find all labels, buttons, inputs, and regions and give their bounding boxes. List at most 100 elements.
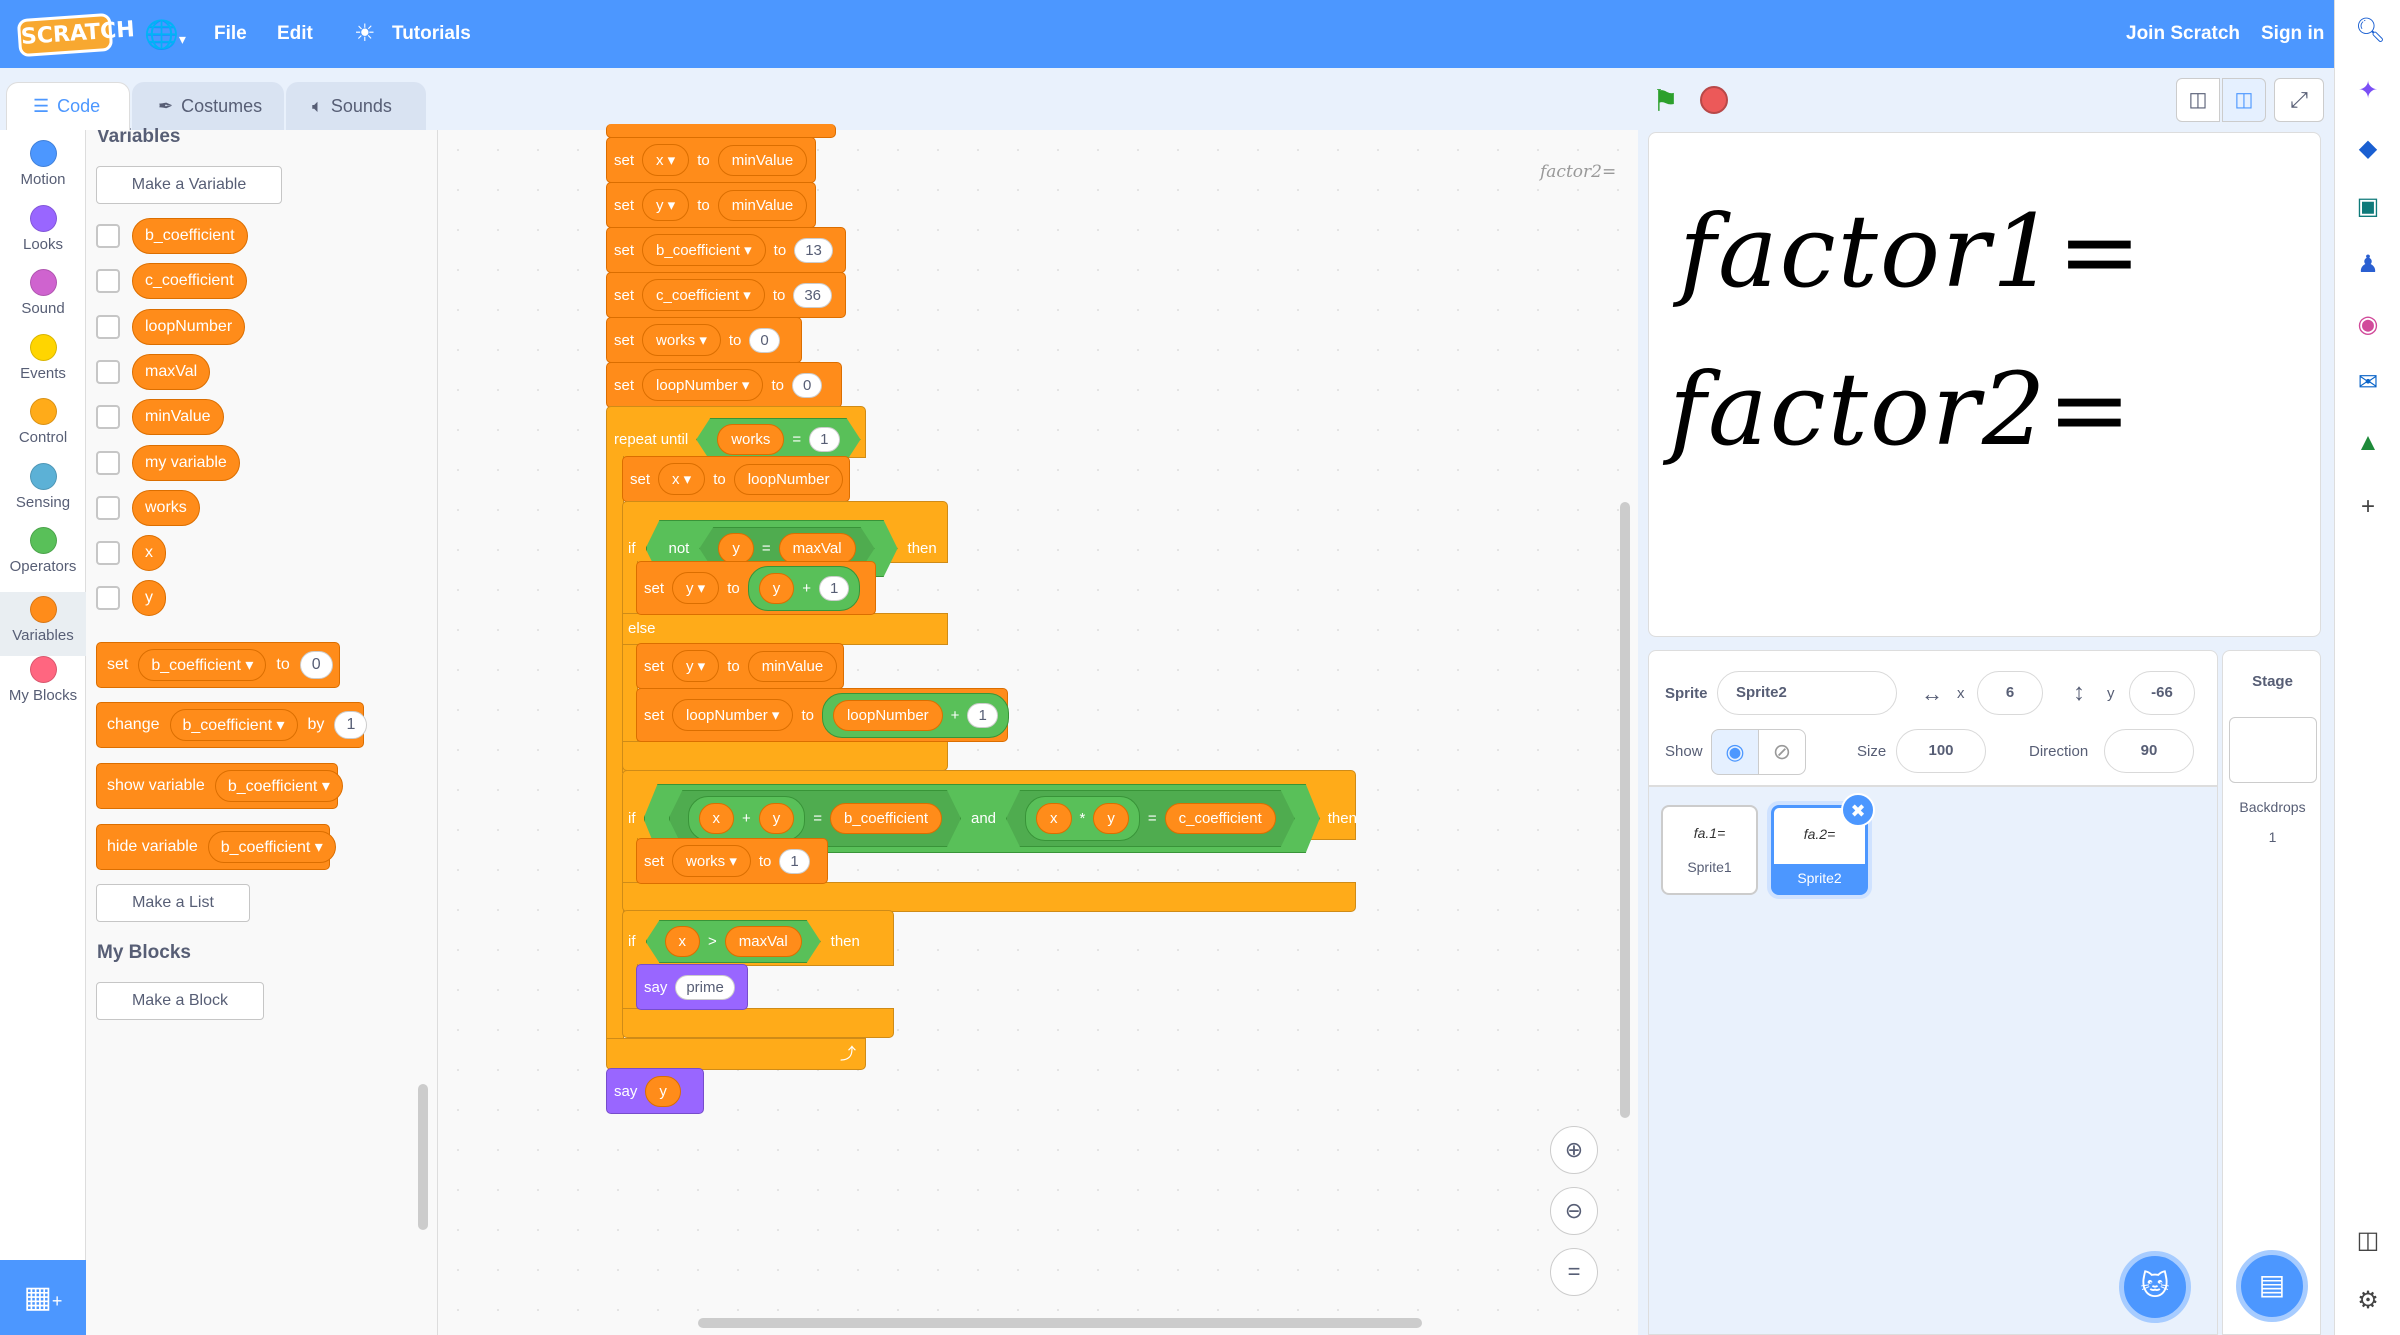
variable-reporter[interactable]: loopNumber [733,463,844,495]
value-input[interactable]: 0 [791,372,823,398]
file-menu[interactable]: File [214,23,247,45]
category-sensing[interactable]: Sensing [0,462,86,511]
variable-reporter[interactable]: y [758,572,795,604]
small-stage-button[interactable]: ◫ [2176,78,2220,122]
set-c-coefficient-block[interactable]: set c_coefficient to 36 [606,272,846,318]
variable-reporter[interactable]: b_coefficient [830,803,942,834]
scratch-logo[interactable]: SCRATCH [16,12,135,58]
join-scratch-link[interactable]: Join Scratch [2126,23,2240,45]
variable-checkbox[interactable] [96,405,120,430]
equals-operator[interactable]: works = 1 [696,418,860,461]
variable-checkbox[interactable] [96,269,120,294]
y-field[interactable]: -66 [2129,671,2195,715]
category-variables[interactable]: Variables [0,591,86,656]
make-variable-button[interactable]: Make a Variable [96,166,282,204]
variable-reporter[interactable]: c_coefficient [1165,803,1276,834]
variable-checkbox[interactable] [96,541,120,566]
stage-thumbnail[interactable] [2229,717,2317,783]
zoom-in-button[interactable]: ⊕ [1550,1126,1598,1174]
value-input[interactable]: 1 [334,711,368,739]
variable-reporter[interactable]: minValue [717,144,808,176]
category-events[interactable]: Events [0,333,86,382]
zoom-reset-button[interactable]: = [1550,1248,1598,1296]
variable-reporter[interactable]: maxVal [132,353,211,390]
change-variable-block[interactable]: change b_coefficient by 1 [96,702,368,748]
zoom-out-button[interactable]: ⊖ [1550,1187,1598,1235]
search-icon[interactable]: 🔍︎ [2355,18,2385,44]
variable-dropdown[interactable]: b_coefficient [214,770,343,802]
office-icon[interactable]: ◉ [2355,312,2381,338]
sprite-name-field[interactable]: Sprite2 [1717,671,1897,715]
variable-reporter[interactable]: works [717,424,784,455]
variable-reporter[interactable]: y [1093,803,1129,834]
tag-icon[interactable]: ◆ [2355,136,2381,162]
add-icon[interactable]: + [2355,494,2381,520]
variable-dropdown[interactable]: y [672,572,720,604]
variable-dropdown[interactable]: y [672,650,720,682]
sprite-thumb-sprite1[interactable]: fa.1= Sprite1 [1661,805,1758,895]
variable-reporter[interactable]: maxVal [725,926,802,957]
variable-reporter[interactable]: minValue [747,650,838,682]
variable-dropdown[interactable]: works [642,324,721,356]
make-block-button[interactable]: Make a Block [96,982,264,1020]
variable-checkbox[interactable] [96,586,120,611]
set-x-block[interactable]: setxto minValue [606,137,816,183]
equals-operator[interactable]: x * y = c_coefficient [1006,790,1295,847]
variable-reporter[interactable]: x [1036,803,1072,834]
variable-checkbox[interactable] [96,495,120,520]
set-y-min-block[interactable]: setyto minValue [636,643,844,689]
split-screen-icon[interactable]: ◫ [2355,1228,2381,1254]
multiply-operator[interactable]: x * y [1025,796,1140,841]
script-block-top[interactable] [606,124,836,138]
set-loopnumber-increment-block[interactable]: set loopNumber to loopNumber +1 [636,688,1009,742]
variable-dropdown[interactable]: b_coefficient [169,709,298,741]
category-operators[interactable]: Operators [0,527,86,575]
variable-reporter[interactable]: works [132,489,200,526]
add-operator[interactable]: loopNumber +1 [821,692,1009,738]
variable-reporter[interactable]: maxVal [779,533,856,564]
variable-reporter[interactable]: minValue [717,189,808,221]
stage-target-panel[interactable]: Stage Backdrops 1 [2222,650,2321,1335]
fullscreen-button[interactable]: ⤢ [2274,78,2324,122]
variable-reporter[interactable]: x [699,803,735,834]
edit-menu[interactable]: Edit [277,23,313,45]
category-control[interactable]: Control [0,398,86,446]
script-vertical-scrollbar[interactable] [1620,502,1630,1118]
set-y-block[interactable]: setyto minValue [606,182,816,228]
variable-dropdown[interactable]: loopNumber [672,699,794,731]
greater-than-operator[interactable]: x > maxVal [646,920,821,963]
value-input[interactable]: 1 [809,427,839,452]
set-loopnumber-block[interactable]: set loopNumber to 0 [606,362,842,408]
variable-checkbox[interactable] [96,359,120,384]
value-input[interactable]: 1 [967,702,998,728]
add-extension-button[interactable]: ▦+ [0,1260,86,1335]
set-y-increment-block[interactable]: setytoy+1 [636,561,876,615]
value-input[interactable]: 0 [749,327,780,353]
variable-reporter[interactable]: loopNumber [832,699,943,731]
set-works-block[interactable]: set worksto 0 [606,317,802,363]
value-input[interactable]: 36 [793,282,833,308]
games-icon[interactable]: ♟ [2355,252,2381,278]
variable-checkbox[interactable] [96,224,120,248]
settings-icon[interactable]: ⚙ [2355,1288,2381,1314]
variable-checkbox[interactable] [96,450,120,475]
value-input[interactable]: 0 [299,651,333,679]
add-operator[interactable]: y +1 [747,565,861,611]
variable-dropdown[interactable]: x [658,463,706,495]
script-horizontal-scrollbar[interactable] [698,1318,1422,1328]
variable-reporter[interactable]: y [718,533,754,564]
set-b-coefficient-block[interactable]: set b_coefficient to 13 [606,227,846,273]
category-motion[interactable]: Motion [0,140,86,188]
hide-variable-block[interactable]: hide variable b_coefficient [96,824,336,870]
tab-costumes[interactable]: ✒ Costumes [132,82,284,130]
add-operator[interactable]: x + y [688,796,806,841]
variable-reporter[interactable]: x [665,926,701,957]
variable-dropdown[interactable]: b_coefficient [642,234,766,266]
variable-reporter[interactable]: b_coefficient [132,218,248,254]
outlook-icon[interactable]: ✉ [2355,370,2381,396]
tutorials-menu[interactable]: Tutorials [392,23,471,45]
say-y-block[interactable]: say y [606,1068,704,1114]
direction-field[interactable]: 90 [2104,729,2194,773]
copilot-icon[interactable]: ✦ [2355,78,2381,104]
variable-dropdown[interactable]: loopNumber [642,369,764,401]
